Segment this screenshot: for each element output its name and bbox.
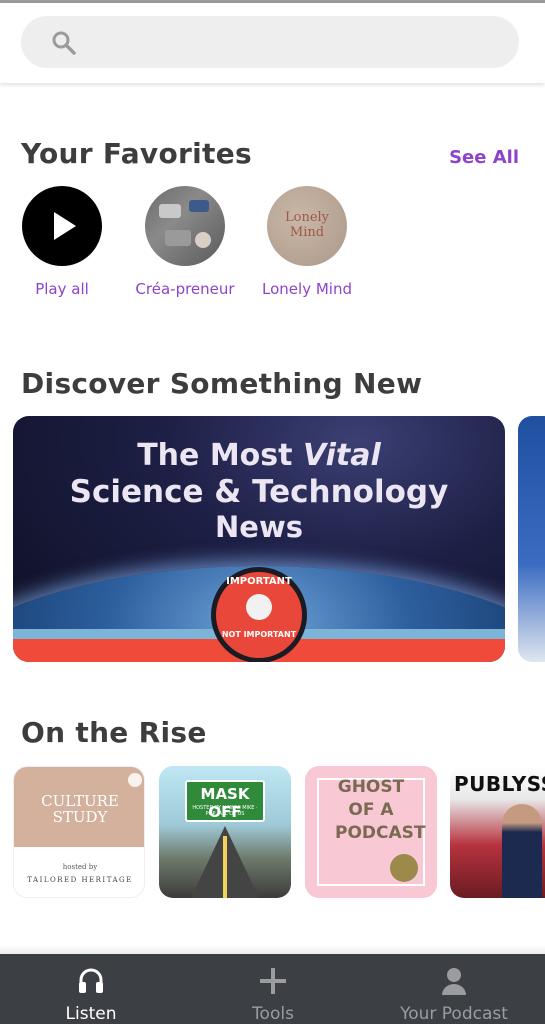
tab-listen[interactable]: Listen [0, 954, 182, 1024]
road-sign: MASK OFF HOSTED BY HAWAII MIKE · POP, AL… [185, 780, 265, 822]
user-icon [442, 968, 466, 995]
favorite-play-all[interactable]: Play all [7, 186, 117, 298]
favorite-lonely-mind[interactable]: Lonely Mind Lonely Mind [252, 186, 362, 298]
tab-label: Your Podcast [400, 1004, 508, 1024]
cover-text: Lonely Mind [284, 210, 330, 240]
favorites-title: Your Favorites [21, 137, 252, 170]
search-icon [52, 31, 76, 55]
tab-label: Listen [65, 1004, 117, 1024]
bottom-tab-bar: Listen Tools Your Podcast [0, 954, 545, 1024]
banner-line-1-emphasis: Vital [302, 438, 381, 473]
cover-title: CULTURE STUDY [41, 792, 119, 826]
rise-item-publyss[interactable]: PUBLYSS [450, 766, 545, 898]
speaker-icon [128, 773, 142, 787]
tab-label: Tools [252, 1004, 294, 1024]
play-icon [54, 212, 76, 240]
play-all-button[interactable] [22, 186, 102, 266]
cover-brand: TAILORED HERITAGE [27, 876, 133, 884]
rise-title: On the Rise [21, 716, 207, 749]
important-badge: IMPORTANT NOT IMPORTANT [211, 567, 307, 662]
rise-item-mask-off[interactable]: MASK OFF HOSTED BY HAWAII MIKE · POP, AL… [159, 766, 291, 898]
cover-subtitle: HOSTED BY HAWAII MIKE · POP, ALL OF US [192, 805, 258, 817]
podcast-cover-image [145, 186, 225, 266]
search-header [0, 3, 545, 83]
rise-item-culture-study[interactable]: CULTURE STUDY hosted by TAILORED HERITAG… [13, 766, 145, 898]
road-line [223, 836, 227, 898]
plus-icon [260, 968, 286, 994]
next-banner[interactable] [518, 416, 545, 662]
banner-line-1-prefix: The Most [137, 438, 303, 473]
badge-top-text: IMPORTANT [226, 576, 292, 587]
cover-person [502, 804, 542, 898]
cover-circle [390, 854, 418, 882]
badge-bottom-text: NOT IMPORTANT [221, 630, 297, 639]
favorite-label: Créa-preneur [135, 280, 235, 298]
featured-banner[interactable]: The Most Vital Science & Technology News… [13, 416, 505, 662]
rise-item-ghost-podcast[interactable]: GHOST OF A PODCAST [305, 766, 437, 898]
favorite-label: Lonely Mind [262, 280, 352, 298]
banner-line-3: News [215, 510, 303, 544]
cover-hosted: hosted by [62, 863, 98, 871]
search-input[interactable] [21, 16, 519, 68]
cover-title: GHOST OF A PODCAST [335, 777, 426, 843]
see-all-link[interactable]: See All [449, 147, 519, 168]
discover-title: Discover Something New [21, 367, 423, 400]
banner-line-1: The Most Vital [13, 438, 505, 473]
banner-line-2: Science & Technology [69, 474, 449, 510]
brain-icon [246, 594, 272, 620]
headphones-icon [79, 968, 103, 993]
tab-your-podcast[interactable]: Your Podcast [363, 954, 545, 1024]
cover-title: PUBLYSS [454, 772, 545, 796]
favorite-crea-preneur[interactable]: Créa-preneur [130, 186, 240, 298]
podcast-cover-image: Lonely Mind [267, 186, 347, 266]
favorite-label: Play all [35, 280, 89, 298]
tab-tools[interactable]: Tools [182, 954, 364, 1024]
